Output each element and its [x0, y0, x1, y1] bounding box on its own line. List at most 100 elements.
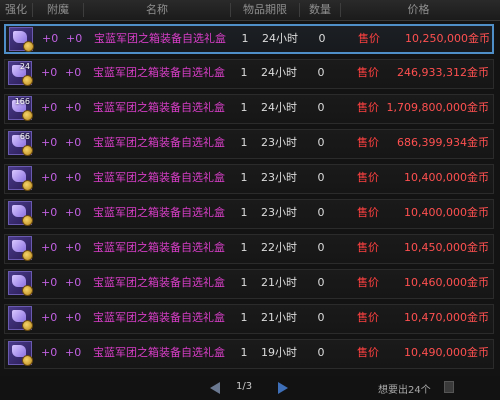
table-row[interactable]: 66 +0 +0 宝蓝军团之箱装备自选礼盒 1 23小时 0 售价 686,39…	[4, 129, 494, 159]
sold-count-label: 想要出24个	[378, 385, 431, 396]
enhance-value: +0	[41, 171, 58, 184]
item-duration: 21小时	[261, 276, 297, 289]
enchant-value: +0	[65, 66, 82, 79]
item-price: 10,400,000金币	[404, 206, 489, 219]
item-name: 宝蓝军团之箱装备自选礼盒	[93, 171, 225, 184]
enhance-value: +0	[41, 276, 58, 289]
sell-label: 售价	[357, 66, 379, 79]
sell-label: 售价	[358, 32, 380, 45]
enchant-value: +0	[65, 276, 82, 289]
auction-panel: 强化 附魔 名称 物品期限 数量 价格 +0 +0 宝蓝军团之箱装备自选礼盒 1…	[0, 0, 500, 400]
item-name: 宝蓝军团之箱装备自选礼盒	[93, 276, 225, 289]
gem-box-icon[interactable]	[8, 201, 33, 226]
gem-box-icon[interactable]: 66	[8, 131, 33, 156]
enchant-value: +0	[65, 346, 82, 359]
sell-label: 售价	[357, 276, 379, 289]
enhance-value: +0	[41, 311, 58, 324]
item-name: 宝蓝军团之箱装备自选礼盒	[93, 66, 225, 79]
gem-box-icon[interactable]	[9, 27, 34, 52]
gold-coin-icon	[22, 75, 33, 86]
item-name: 宝蓝军团之箱装备自选礼盒	[93, 311, 225, 324]
item-quantity: 0	[317, 101, 325, 114]
item-name: 宝蓝军团之箱装备自选礼盒	[93, 206, 225, 219]
item-price: 246,933,312金币	[397, 66, 489, 79]
table-row[interactable]: +0 +0 宝蓝军团之箱装备自选礼盒 1 23小时 0 售价 10,400,00…	[4, 199, 494, 229]
gold-coin-icon	[22, 285, 33, 296]
enhance-value: +0	[41, 241, 58, 254]
gold-coin-icon	[22, 180, 33, 191]
item-name: 宝蓝军团之箱装备自选礼盒	[94, 32, 226, 45]
item-price: 10,490,000金币	[404, 346, 489, 359]
enhance-value: +0	[42, 32, 59, 45]
gem-box-icon[interactable]	[8, 236, 33, 261]
item-count: 1	[240, 311, 248, 324]
enchant-value: +0	[65, 311, 82, 324]
item-quantity: 0	[317, 241, 325, 254]
page-indicator: 1/3	[236, 381, 253, 392]
sell-label: 售价	[357, 206, 379, 219]
header-enhance[interactable]: 强化	[0, 0, 32, 20]
gem-box-icon[interactable]	[8, 166, 33, 191]
enhance-value: +0	[41, 346, 58, 359]
item-name: 宝蓝军团之箱装备自选礼盒	[93, 136, 225, 149]
header-quantity[interactable]: 数量	[300, 0, 340, 20]
enhance-value: +0	[41, 66, 58, 79]
scroll-button[interactable]	[444, 381, 454, 393]
item-price: 10,400,000金币	[404, 171, 489, 184]
gold-coin-icon	[22, 110, 33, 121]
stack-count: 24	[19, 62, 30, 71]
table-row[interactable]: 24 +0 +0 宝蓝军团之箱装备自选礼盒 1 24小时 0 售价 246,93…	[4, 59, 494, 89]
header-duration[interactable]: 物品期限	[231, 0, 299, 20]
gem-box-icon[interactable]: 24	[8, 61, 33, 86]
table-row[interactable]: +0 +0 宝蓝军团之箱装备自选礼盒 1 23小时 0 售价 10,400,00…	[4, 164, 494, 194]
gem-box-icon[interactable]	[8, 271, 33, 296]
table-row[interactable]: +0 +0 宝蓝军团之箱装备自选礼盒 1 21小时 0 售价 10,460,00…	[4, 269, 494, 299]
gem-box-icon[interactable]	[8, 341, 33, 366]
gem-box-icon[interactable]: 166	[8, 96, 33, 121]
table-row[interactable]: +0 +0 宝蓝军团之箱装备自选礼盒 1 24小时 0 售价 10,250,00…	[4, 24, 494, 54]
chevron-left-icon[interactable]	[210, 382, 220, 394]
gold-coin-icon	[22, 355, 33, 366]
item-price: 10,450,000金币	[404, 241, 489, 254]
item-count: 1	[240, 136, 248, 149]
sell-label: 售价	[357, 101, 379, 114]
item-count: 1	[240, 206, 248, 219]
table-row[interactable]: +0 +0 宝蓝军团之箱装备自选礼盒 1 22小时 0 售价 10,450,00…	[4, 234, 494, 264]
gold-coin-icon	[23, 41, 34, 52]
gold-coin-icon	[22, 215, 33, 226]
enhance-value: +0	[41, 136, 58, 149]
header-name[interactable]: 名称	[84, 0, 230, 20]
pagination-bar: 1/3 想要出24个	[0, 376, 500, 400]
header-enchant[interactable]: 附魔	[33, 0, 83, 20]
item-count: 1	[241, 32, 249, 45]
table-row[interactable]: +0 +0 宝蓝军团之箱装备自选礼盒 1 19小时 0 售价 10,490,00…	[4, 339, 494, 369]
enchant-value: +0	[65, 136, 82, 149]
gold-coin-icon	[22, 145, 33, 156]
item-name: 宝蓝军团之箱装备自选礼盒	[93, 241, 225, 254]
enhance-value: +0	[41, 101, 58, 114]
item-duration: 22小时	[261, 241, 297, 254]
gold-coin-icon	[22, 320, 33, 331]
item-count: 1	[240, 241, 248, 254]
item-quantity: 0	[317, 206, 325, 219]
table-row[interactable]: 166 +0 +0 宝蓝军团之箱装备自选礼盒 1 24小时 0 售价 1,709…	[4, 94, 494, 124]
chevron-right-icon[interactable]	[278, 382, 288, 394]
sell-label: 售价	[357, 311, 379, 324]
table-row[interactable]: +0 +0 宝蓝军团之箱装备自选礼盒 1 21小时 0 售价 10,470,00…	[4, 304, 494, 334]
item-name: 宝蓝军团之箱装备自选礼盒	[93, 101, 225, 114]
sell-label: 售价	[357, 346, 379, 359]
item-price: 686,399,934金币	[397, 136, 489, 149]
item-count: 1	[240, 101, 248, 114]
item-count: 1	[240, 171, 248, 184]
sell-label: 售价	[357, 241, 379, 254]
gem-box-icon[interactable]	[8, 306, 33, 331]
item-quantity: 0	[317, 136, 325, 149]
item-duration: 21小时	[261, 311, 297, 324]
item-duration: 23小时	[261, 171, 297, 184]
enhance-value: +0	[41, 206, 58, 219]
item-duration: 19小时	[261, 346, 297, 359]
item-quantity: 0	[317, 66, 325, 79]
header-price[interactable]: 价格	[341, 0, 496, 20]
item-quantity: 0	[318, 32, 326, 45]
enchant-value: +0	[65, 101, 82, 114]
